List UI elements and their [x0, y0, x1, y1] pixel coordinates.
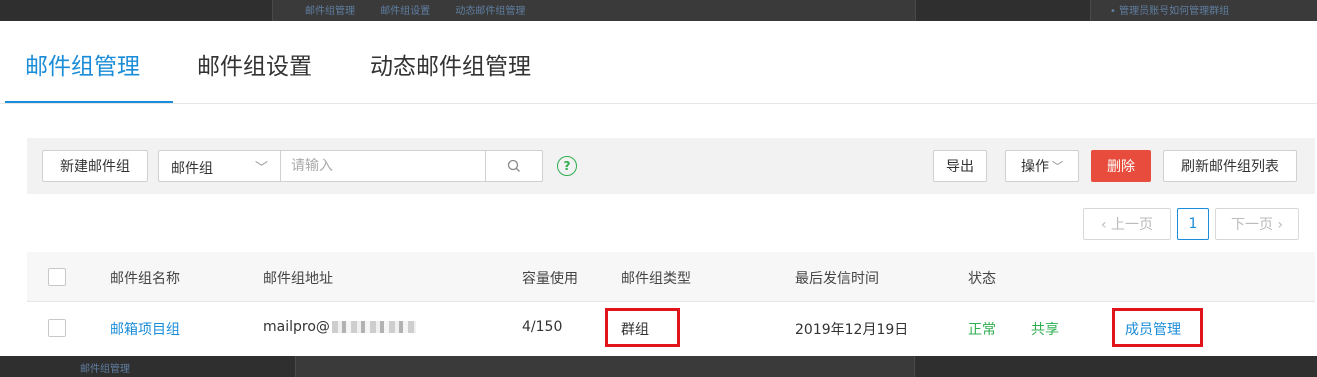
column-header-type: 邮件组类型	[621, 271, 691, 287]
tab-group-management[interactable]: 邮件组管理	[25, 47, 140, 81]
highlight-box-type	[605, 308, 680, 347]
background-sidebar-item: 邮件组管理	[80, 364, 130, 375]
background-help-link: • 管理员账号如何管理群组	[1110, 6, 1230, 17]
status-badge: 正常	[968, 322, 996, 338]
active-tab-indicator	[5, 101, 173, 103]
new-group-button[interactable]: 新建邮件组	[42, 150, 148, 182]
table-header: 邮件组名称 邮件组地址 容量使用 邮件组类型 最后发信时间 状态	[27, 252, 1315, 302]
page-number-button[interactable]: 1	[1177, 208, 1209, 240]
chevron-down-icon[interactable]: ﹀	[255, 157, 268, 176]
last-sent-time: 2019年12月19日	[795, 322, 909, 338]
column-header-status: 状态	[968, 271, 996, 287]
background-top-strip: 邮件组管理 邮件组设置 动态邮件组管理 • 管理员账号如何管理群组	[0, 0, 1317, 21]
tab-bar: 邮件组管理 邮件组设置 动态邮件组管理	[0, 21, 1317, 104]
refresh-list-button[interactable]: 刷新邮件组列表	[1163, 150, 1297, 182]
row-checkbox[interactable]	[48, 319, 66, 337]
tab-group-settings[interactable]: 邮件组设置	[197, 47, 312, 81]
group-name-link[interactable]: 邮箱项目组	[110, 319, 180, 339]
column-header-address: 邮件组地址	[263, 271, 333, 287]
group-address: mailpro@	[263, 319, 416, 335]
search-group: 邮件组 ﹀	[158, 150, 543, 182]
highlight-box-action	[1112, 308, 1203, 347]
filter-select[interactable]: 邮件组	[171, 158, 213, 178]
operate-dropdown-button[interactable]: 操作 ﹀	[1005, 150, 1079, 182]
column-header-capacity: 容量使用	[522, 271, 578, 287]
background-breadcrumbs: 邮件组管理 邮件组设置 动态邮件组管理	[305, 6, 526, 17]
chevron-down-icon: ﹀	[1052, 160, 1063, 173]
background-bottom-strip: 邮件组管理	[0, 356, 1317, 377]
column-header-name: 邮件组名称	[110, 271, 180, 287]
export-button[interactable]: 导出	[933, 150, 987, 182]
share-badge: 共享	[1031, 322, 1059, 338]
tab-dynamic-group-management[interactable]: 动态邮件组管理	[370, 47, 531, 81]
next-page-button[interactable]: 下一页 ›	[1215, 208, 1299, 240]
select-all-checkbox[interactable]	[48, 268, 66, 286]
page: 邮件组管理 邮件组设置 动态邮件组管理 • 管理员账号如何管理群组 邮件组管理 …	[0, 0, 1317, 377]
search-button[interactable]	[485, 151, 542, 181]
column-header-last-sent: 最后发信时间	[795, 271, 879, 287]
redacted-address	[331, 321, 416, 333]
search-icon	[507, 159, 520, 172]
capacity-value: 4/150	[522, 319, 563, 335]
delete-button[interactable]: 删除	[1091, 150, 1151, 182]
toolbar: 新建邮件组 邮件组 ﹀ ? 导出 操作 ﹀ 删除 刷新邮件组列表	[27, 138, 1315, 194]
help-icon[interactable]: ?	[557, 156, 577, 176]
search-input[interactable]	[291, 156, 481, 176]
operate-label: 操作	[1021, 159, 1049, 175]
prev-page-button[interactable]: ‹ 上一页	[1083, 208, 1171, 240]
